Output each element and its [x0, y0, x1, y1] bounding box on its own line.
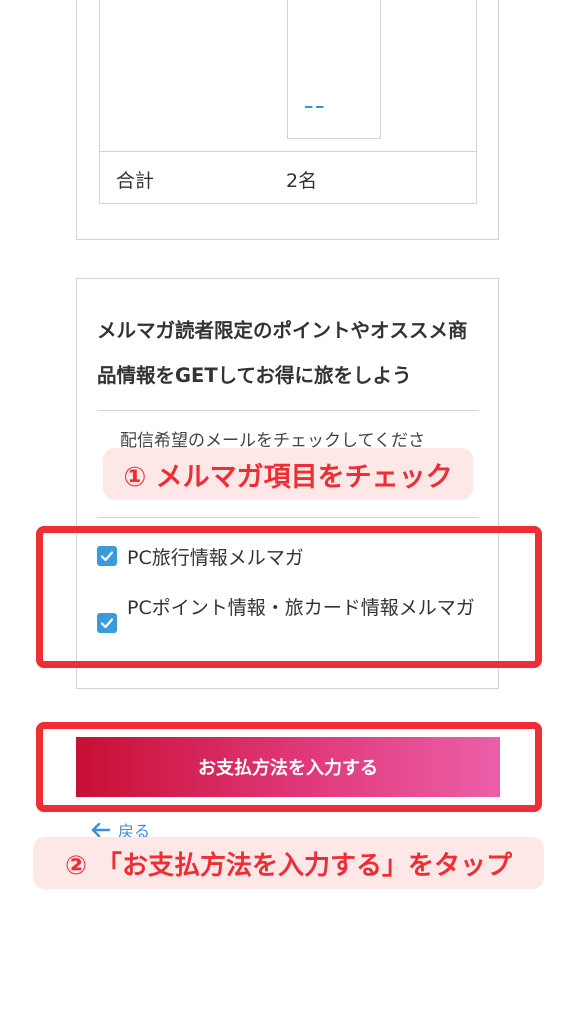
mail-magazine-heading: メルマガ読者限定のポイントやオススメ商品情報をGETしてお得に旅をしよう — [97, 319, 468, 387]
submit-highlight-frame — [36, 722, 542, 812]
arrow-left-icon — [91, 822, 110, 838]
traveler-count-stepper[interactable] — [287, 0, 381, 139]
divider — [97, 517, 479, 518]
step1-callout: ① メルマガ項目をチェック — [103, 448, 473, 500]
step2-callout: ② 「お支払方法を入力する」をタップ — [33, 837, 544, 889]
table-row-divider — [99, 151, 477, 152]
stepper-value-fragment: ━ ━ — [305, 104, 324, 114]
divider — [97, 410, 479, 411]
total-value: 2名 — [286, 170, 318, 192]
total-label: 合計 — [116, 170, 155, 192]
newsletter-highlight-frame — [36, 526, 542, 668]
